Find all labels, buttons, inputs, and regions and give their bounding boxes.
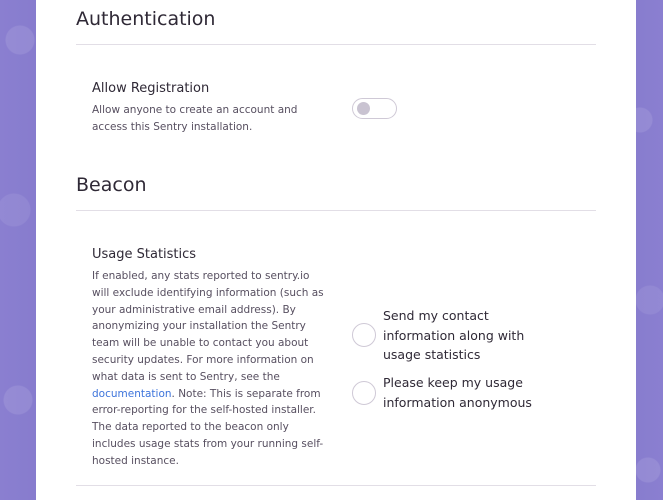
help-text: If enabled, any stats reported to sentry… bbox=[92, 270, 324, 383]
radio-button[interactable] bbox=[352, 380, 376, 405]
allow-registration-label: Allow Registration bbox=[92, 81, 210, 96]
radio-option-send-contact[interactable]: Send my contact information along with u… bbox=[352, 306, 553, 365]
beacon-heading: Beacon bbox=[76, 174, 147, 196]
usage-statistics-help: If enabled, any stats reported to sentry… bbox=[92, 268, 324, 470]
allow-registration-help: Allow anyone to create an account and ac… bbox=[92, 104, 298, 133]
documentation-link[interactable]: documentation bbox=[92, 388, 172, 400]
settings-panel: Authentication Allow Registration Allow … bbox=[36, 0, 636, 500]
radio-label: Please keep my usage information anonymo… bbox=[383, 375, 532, 410]
radio-label: Send my contact information along with u… bbox=[383, 308, 525, 362]
divider bbox=[76, 210, 596, 211]
authentication-heading: Authentication bbox=[76, 8, 216, 30]
radio-option-anonymous[interactable]: Please keep my usage information anonymo… bbox=[352, 373, 553, 412]
divider bbox=[76, 485, 596, 486]
toggle-knob bbox=[357, 102, 370, 115]
radio-button[interactable] bbox=[352, 323, 376, 348]
divider bbox=[76, 44, 596, 45]
usage-statistics-label: Usage Statistics bbox=[92, 247, 197, 262]
allow-registration-toggle[interactable] bbox=[352, 98, 397, 119]
